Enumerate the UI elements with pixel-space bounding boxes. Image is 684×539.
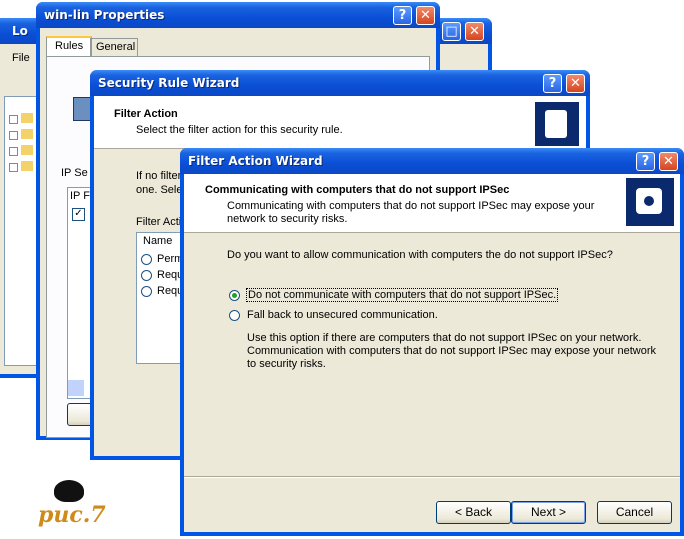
window-title: Filter Action Wizard [188,154,323,168]
tree-expander[interactable] [9,163,18,172]
option-description: Use this option if there are computers t… [247,332,642,344]
option-block-radio[interactable] [229,290,240,301]
close-button[interactable]: ✕ [659,152,678,171]
filter-action-wizard: Filter Action Wizard ? ✕ Communicating w… [180,148,684,536]
option-description: to security risks. [247,358,326,370]
tree-expander[interactable] [9,115,18,124]
filter-radio[interactable] [141,286,152,297]
tree-expander[interactable] [9,131,18,140]
window-title: Security Rule Wizard [98,76,240,90]
question-text: Do you want to allow communication with … [227,249,613,261]
menu-file[interactable]: File [12,52,30,64]
tab-label: Rules [55,40,84,52]
rule-wizard-header: Filter Action Select the filter action f… [94,96,586,149]
folder-icon [21,113,33,123]
option-fallback-label[interactable]: Fall back to unsecured communication. [247,309,438,321]
option-block-label[interactable]: Do not communicate with computers that d… [246,288,559,302]
ip-security-label: IP Se [61,167,88,179]
folder-icon [21,145,33,155]
window-title: win-lin Properties [44,8,165,22]
figure-caption: рис.7 [38,502,106,528]
body-line: one. Sele [136,184,183,196]
maximize-button[interactable]: □ [442,22,461,41]
folder-icon [21,129,33,139]
wizard-scroll-icon [535,102,579,146]
option-fallback-radio[interactable] [229,310,240,321]
next-button[interactable]: Next > [511,501,586,524]
rule-checkbox[interactable]: ✓ [72,208,85,221]
back-button[interactable]: < Back [436,501,511,524]
tree-expander[interactable] [9,147,18,156]
tab-general[interactable]: General [90,38,138,57]
tab-rules[interactable]: Rules [46,36,92,58]
header-title: Filter Action [114,108,178,120]
window-title: Lo [12,24,28,38]
rule-wizard-titlebar[interactable]: Security Rule Wizard [90,70,590,96]
hedgehog-logo [54,480,84,502]
header-title: Communicating with computers that do not… [205,184,510,196]
tab-label: General [96,41,136,53]
body-line: If no filter [136,170,182,182]
list-header: Name [143,235,173,247]
help-button[interactable]: ? [393,6,412,25]
help-button[interactable]: ? [543,74,562,93]
filter-wizard-header: Communicating with computers that do not… [184,174,680,233]
filter-radio[interactable] [141,270,152,281]
tree-pane [4,96,38,366]
filter-wizard-client: Communicating with computers that do not… [184,174,680,532]
footer-separator [184,476,680,478]
filter-radio[interactable] [141,254,152,265]
header-subtitle: Select the filter action for this securi… [136,124,343,136]
folder-icon [21,161,33,171]
cancel-button[interactable]: Cancel [597,501,672,524]
properties-titlebar[interactable]: win-lin Properties [36,2,440,28]
close-button[interactable]: ✕ [416,6,435,25]
header-subtitle: Communicating with computers that do not… [227,200,595,212]
wizard-scroll-icon [626,178,674,226]
option-description: Communication with computers that do not… [247,345,657,357]
close-button[interactable]: ✕ [465,22,484,41]
header-subtitle: network to security risks. [227,213,348,225]
help-button[interactable]: ? [636,152,655,171]
list-header: IP F [70,190,90,202]
scroll-left-button[interactable] [68,380,84,396]
close-button[interactable]: ✕ [566,74,585,93]
filter-wizard-titlebar[interactable]: Filter Action Wizard [180,148,684,174]
